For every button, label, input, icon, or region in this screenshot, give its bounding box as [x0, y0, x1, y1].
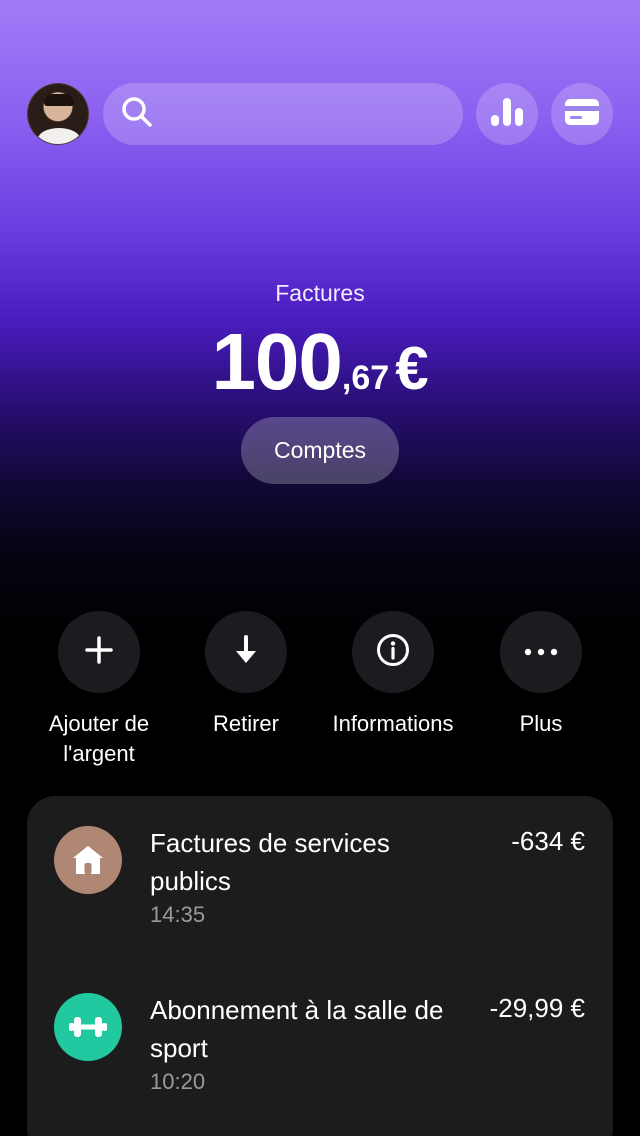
transaction-row[interactable]: Abonnement à la salle de sport 10:20 -29… — [27, 963, 613, 1103]
transaction-time: 14:35 — [150, 902, 206, 927]
more-button[interactable] — [500, 611, 582, 693]
balance-amount: 100,67 € — [0, 316, 640, 408]
transaction-amount: -634 € — [511, 826, 585, 856]
withdraw-label: Retirer — [212, 711, 279, 736]
transactions-card: Factures de services publics 14:35 -634 … — [27, 796, 613, 1136]
dumbbell-icon — [54, 993, 122, 1061]
balance-currency: € — [395, 335, 429, 402]
transaction-title: Abonnement à la salle de sport — [150, 995, 444, 1063]
search-bar[interactable] — [103, 83, 463, 145]
card-button[interactable] — [551, 83, 613, 145]
stats-button[interactable] — [476, 83, 538, 145]
add-money-label: Ajouter de l'argent — [48, 711, 150, 766]
add-money-button[interactable] — [58, 611, 140, 693]
accounts-button[interactable]: Comptes — [241, 417, 399, 484]
balance-integer: 100 — [211, 317, 342, 406]
search-icon — [121, 96, 153, 133]
transaction-row[interactable]: Factures de services publics 14:35 -634 … — [27, 796, 613, 936]
info-action[interactable]: Informations — [318, 611, 468, 739]
avatar-hair — [44, 94, 74, 106]
info-icon — [376, 633, 410, 672]
info-label: Informations — [332, 711, 454, 736]
balance-decimal: ,67 — [341, 359, 390, 397]
withdraw-button[interactable] — [205, 611, 287, 693]
plus-icon — [85, 635, 113, 669]
avatar[interactable] — [27, 83, 89, 145]
withdraw-action[interactable]: Retirer — [171, 611, 321, 739]
transaction-title: Factures de services publics — [150, 828, 390, 896]
more-icon — [524, 643, 558, 661]
credit-card-icon — [565, 98, 599, 130]
more-label: Plus — [519, 711, 563, 736]
avatar-shirt — [38, 128, 80, 144]
transaction-time: 10:20 — [150, 1069, 206, 1094]
balance-label: Factures — [275, 280, 365, 306]
search-input[interactable] — [165, 101, 445, 127]
add-money-action[interactable]: Ajouter de l'argent — [24, 611, 174, 769]
bar-chart-icon — [490, 97, 524, 132]
arrow-down-icon — [233, 634, 259, 670]
more-action[interactable]: Plus — [466, 611, 616, 739]
home-icon — [54, 826, 122, 894]
transaction-amount: -29,99 € — [489, 993, 585, 1023]
info-button[interactable] — [352, 611, 434, 693]
